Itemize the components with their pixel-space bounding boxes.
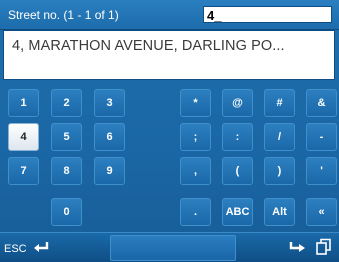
key-period[interactable]: .	[180, 198, 211, 226]
key-hash[interactable]: #	[264, 89, 295, 117]
result-list-item[interactable]: 4, MARATHON AVENUE, DARLING PO...	[3, 30, 335, 80]
key-4[interactable]: 4	[8, 123, 39, 151]
key-left-paren[interactable]: (	[222, 157, 253, 185]
copy-icon[interactable]	[316, 238, 332, 261]
key-dash[interactable]: -	[306, 123, 337, 151]
header-bar: Street no. (1 - 1 of 1) 4_	[0, 0, 339, 30]
center-action-button[interactable]	[110, 235, 236, 261]
alt-keyboard-button[interactable]: Alt	[264, 198, 295, 226]
backspace-button[interactable]: «	[306, 198, 337, 226]
key-2[interactable]: 2	[51, 89, 82, 117]
key-asterisk[interactable]: *	[180, 89, 211, 117]
right-icon-group	[288, 238, 332, 261]
key-slash[interactable]: /	[264, 123, 295, 151]
result-address: 4, MARATHON AVENUE, DARLING PO...	[12, 38, 285, 54]
key-0[interactable]: 0	[51, 198, 82, 226]
street-number-label: Street no. (1 - 1 of 1)	[8, 8, 119, 22]
key-7[interactable]: 7	[8, 157, 39, 185]
key-5[interactable]: 5	[51, 123, 82, 151]
back-arrow-icon	[31, 240, 51, 257]
abc-keyboard-button[interactable]: ABC	[222, 198, 253, 226]
key-3[interactable]: 3	[94, 89, 125, 117]
key-colon[interactable]: :	[222, 123, 253, 151]
esc-label: ESC	[4, 242, 27, 255]
key-9[interactable]: 9	[94, 157, 125, 185]
key-comma[interactable]: ,	[180, 157, 211, 185]
key-right-paren[interactable]: )	[264, 157, 295, 185]
key-6[interactable]: 6	[94, 123, 125, 151]
key-at[interactable]: @	[222, 89, 253, 117]
key-1[interactable]: 1	[8, 89, 39, 117]
key-apostrophe[interactable]: '	[306, 157, 337, 185]
key-ampersand[interactable]: &	[306, 89, 337, 117]
esc-button[interactable]: ESC	[4, 240, 51, 257]
key-semicolon[interactable]: ;	[180, 123, 211, 151]
street-number-input[interactable]: 4_	[203, 6, 332, 23]
enter-arrow-icon[interactable]	[288, 239, 308, 260]
key-8[interactable]: 8	[51, 157, 82, 185]
bottom-bar: ESC	[0, 232, 339, 262]
